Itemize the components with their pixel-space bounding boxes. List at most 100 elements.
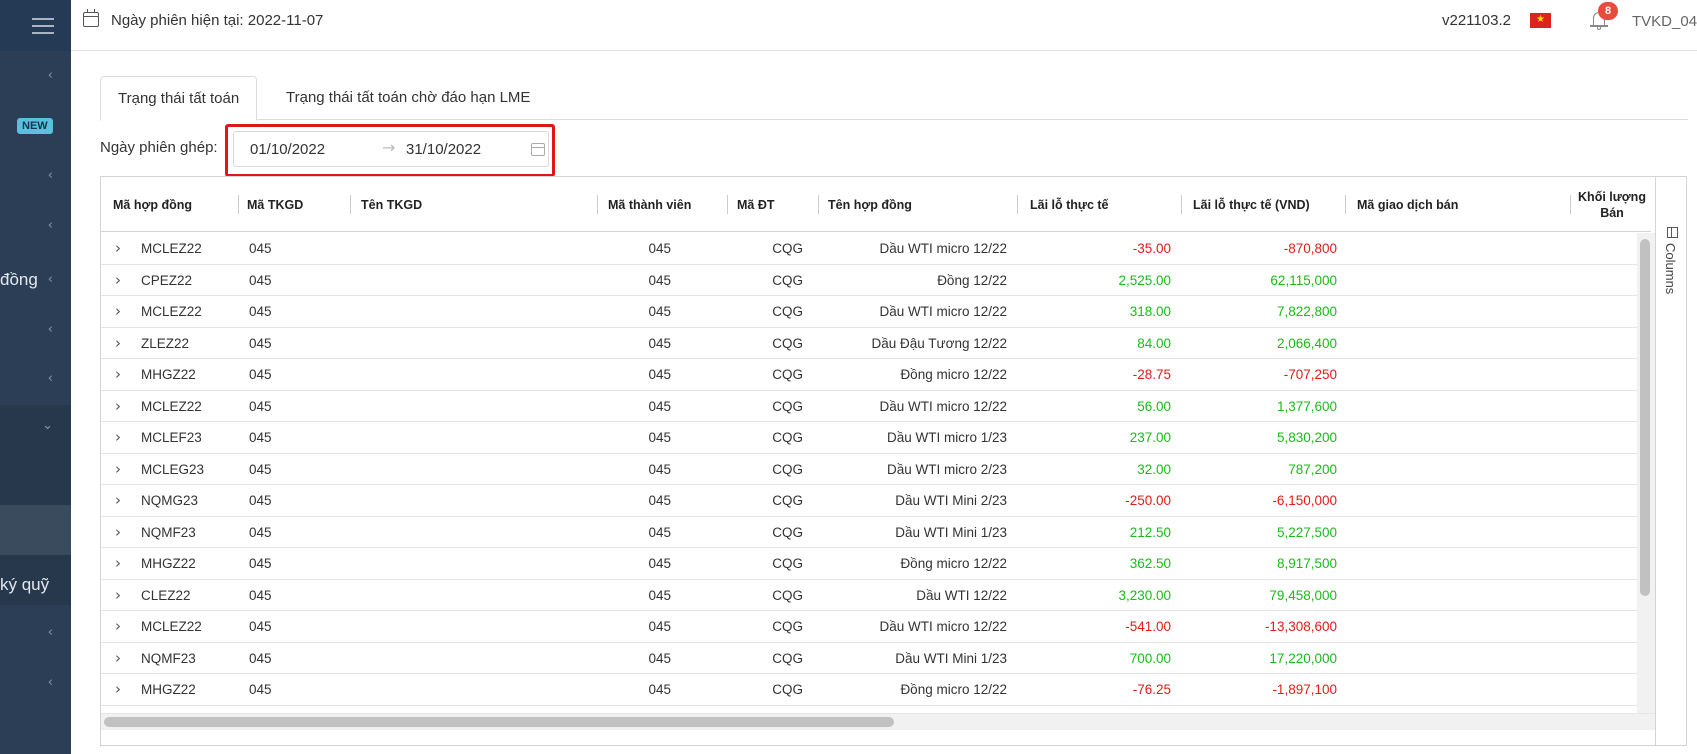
expand-row-chevron-icon[interactable]: ›: [115, 674, 129, 705]
columns-side-panel-tab[interactable]: Columns: [1655, 177, 1686, 745]
table-row[interactable]: › NQMG23 045 045 CQG Dầu WTI Mini 2/23 -250.00…: [101, 485, 1651, 517]
sidebar-item-active[interactable]: [0, 505, 71, 555]
vertical-scroll-thumb[interactable]: [1640, 239, 1650, 596]
horizontal-scroll-thumb[interactable]: [104, 717, 894, 727]
sidebar-item-dong[interactable]: đồng: [0, 270, 38, 290]
table-row[interactable]: › NQMF23 045 045 CQG Dầu WTI Mini 1/23 700.00 1…: [101, 643, 1651, 674]
column-header-partner-code[interactable]: Mã ĐT: [737, 177, 817, 232]
column-header-realized-pnl-vnd[interactable]: Lãi lỗ thực tế (VND): [1193, 177, 1353, 232]
cell-member-code: 045: [648, 367, 671, 382]
expand-row-chevron-icon[interactable]: ›: [115, 580, 129, 611]
table-row[interactable]: › MCLEZ22 045 045 CQG Dầu WTI micro 12/22 318.…: [101, 296, 1651, 328]
chevron-left-icon[interactable]: ‹: [48, 322, 53, 337]
cell-contract-name: Đồng 12/22: [937, 272, 1007, 288]
expand-row-chevron-icon[interactable]: ›: [115, 611, 129, 642]
column-header-account-name[interactable]: Tên TKGD: [361, 177, 561, 232]
chevron-down-icon[interactable]: ⌄: [42, 418, 53, 433]
chevron-left-icon[interactable]: ‹: [48, 675, 53, 690]
cell-contract-name: Dầu WTI micro 12/22: [879, 619, 1007, 634]
expand-row-chevron-icon[interactable]: ›: [115, 454, 129, 485]
cell-account-code: 045: [249, 398, 272, 414]
cell-contract-name: Dầu WTI micro 1/23: [886, 430, 1007, 445]
current-session-date: Ngày phiên hiện tại: 2022-11-07: [111, 12, 324, 29]
chevron-left-icon[interactable]: ‹: [48, 168, 53, 183]
table-row[interactable]: › NQMF23 045 045 CQG Dầu WTI Mini 1/23 212.50 5…: [101, 517, 1651, 548]
table-row[interactable]: › MCLEZ22 045 045 CQG Dầu WTI micro 12/22 -35.…: [101, 233, 1651, 265]
chevron-left-icon[interactable]: ‹: [48, 371, 53, 386]
cell-account-code: 045: [249, 461, 272, 477]
expand-row-chevron-icon[interactable]: ›: [115, 328, 129, 359]
vietnam-flag-icon[interactable]: ★: [1530, 13, 1551, 28]
expand-row-chevron-icon[interactable]: ›: [115, 548, 129, 579]
table-row[interactable]: › CPEZ22 045 045 CQG Đồng 12/22 2,525.00 62,115…: [101, 265, 1651, 296]
cell-realized-pnl: -35.00: [1132, 241, 1171, 256]
cell-realized-pnl: 84.00: [1137, 335, 1171, 351]
expand-row-chevron-icon[interactable]: ›: [115, 359, 129, 390]
tab-settlement-status[interactable]: Trạng thái tất toán: [100, 76, 258, 121]
column-separator[interactable]: [1017, 195, 1018, 214]
sidebar-expanded-group: [0, 405, 71, 505]
table-row[interactable]: › MCLEZ22 045 045 CQG Dầu WTI micro 12/22 56.0…: [101, 391, 1651, 422]
column-separator[interactable]: [1345, 195, 1346, 214]
cell-realized-pnl: 3,230.00: [1118, 587, 1171, 603]
column-header-sell-trade-code[interactable]: Mã giao dịch bán: [1357, 177, 1537, 232]
cell-contract-name: Dầu WTI micro 12/22: [879, 304, 1007, 319]
column-separator[interactable]: [1570, 195, 1571, 214]
chevron-left-icon[interactable]: ‹: [48, 218, 53, 233]
column-header-realized-pnl[interactable]: Lãi lỗ thực tế: [1030, 177, 1180, 232]
table-row[interactable]: › MCLEG23 045 045 CQG Dầu WTI micro 2/23 32.00…: [101, 454, 1651, 485]
expand-row-chevron-icon[interactable]: ›: [115, 265, 129, 296]
column-separator[interactable]: [597, 195, 598, 214]
expand-row-chevron-icon[interactable]: ›: [115, 422, 129, 453]
cell-contract-code: ZLEZ22: [141, 335, 190, 351]
hamburger-menu-icon[interactable]: [31, 17, 54, 34]
column-separator[interactable]: [350, 195, 351, 214]
user-account-name[interactable]: TVKD_04: [1632, 13, 1697, 30]
column-separator[interactable]: [818, 195, 819, 214]
table-row[interactable]: › CLEZ22 045 045 CQG Dầu WTI 12/22 3,230.00 79,…: [101, 580, 1651, 611]
cell-member-code: 045: [648, 493, 671, 508]
cell-realized-pnl: 212.50: [1129, 524, 1171, 540]
column-header-account-code[interactable]: Mã TKGD: [247, 177, 347, 232]
cell-realized-pnl: -76.25: [1132, 682, 1171, 697]
cell-member-code: 045: [648, 650, 671, 666]
cell-realized-pnl-vnd: 1,377,600: [1276, 398, 1337, 414]
tab-bar: Trạng thái tất toán Trạng thái tất toán …: [100, 76, 1688, 121]
horizontal-scrollbar[interactable]: [101, 713, 1655, 730]
cell-contract-code: NQMG23: [141, 493, 199, 508]
cell-realized-pnl: 237.00: [1129, 430, 1171, 445]
top-bar: Ngày phiên hiện tại: 2022-11-07 v221103.…: [71, 0, 1697, 51]
chevron-left-icon[interactable]: ‹: [48, 68, 53, 83]
table-row[interactable]: › MHGZ22 045 045 CQG Đồng micro 12/22 -76.25 -1…: [101, 674, 1651, 706]
column-header-contract-name[interactable]: Tên hợp đồng: [828, 177, 988, 232]
columns-icon[interactable]: [1667, 227, 1678, 238]
columns-panel-label[interactable]: Columns: [1663, 243, 1678, 294]
sidebar-item-ky-quy[interactable]: ký quỹ: [0, 575, 49, 595]
cell-contract-code: MHGZ22: [141, 556, 196, 571]
vertical-scrollbar[interactable]: [1637, 233, 1655, 719]
expand-row-chevron-icon[interactable]: ›: [115, 296, 129, 327]
table-row[interactable]: › ZLEZ22 045 045 CQG Dầu Đậu Tương 12/22 84.00…: [101, 328, 1651, 359]
cell-contract-name: Dầu WTI 12/22: [916, 587, 1007, 603]
column-separator[interactable]: [1181, 195, 1182, 214]
column-header-contract-code[interactable]: Mã hợp đồng: [113, 177, 233, 232]
cell-contract-name: Dầu WTI Mini 2/23: [895, 493, 1007, 508]
column-separator[interactable]: [727, 195, 728, 214]
table-row[interactable]: › MCLEZ22 045 045 CQG Dầu WTI micro 12/22 -541…: [101, 611, 1651, 643]
chevron-left-icon[interactable]: ‹: [48, 272, 53, 287]
expand-row-chevron-icon[interactable]: ›: [115, 643, 129, 674]
expand-row-chevron-icon[interactable]: ›: [115, 517, 129, 548]
column-separator[interactable]: [238, 195, 239, 214]
cell-member-code: 045: [648, 461, 671, 477]
table-row[interactable]: › MHGZ22 045 045 CQG Đồng micro 12/22 -28.75 -7…: [101, 359, 1651, 391]
tab-settlement-pending-lme[interactable]: Trạng thái tất toán chờ đáo hạn LME: [269, 76, 547, 120]
column-header-sell-volume[interactable]: Khối lượng Bán: [1577, 177, 1647, 232]
chevron-left-icon[interactable]: ‹: [48, 625, 53, 640]
table-row[interactable]: › MCLEF23 045 045 CQG Dầu WTI micro 1/23 237.0…: [101, 422, 1651, 454]
expand-row-chevron-icon[interactable]: ›: [115, 485, 129, 516]
table-row[interactable]: › MHGZ22 045 045 CQG Đồng micro 12/22 362.50 8,…: [101, 548, 1651, 580]
expand-row-chevron-icon[interactable]: ›: [115, 391, 129, 422]
expand-row-chevron-icon[interactable]: ›: [115, 233, 129, 264]
settlement-grid: Mã hợp đồng Mã TKGD Tên TKGD Mã thành vi…: [100, 176, 1687, 746]
column-header-member-code[interactable]: Mã thành viên: [608, 177, 728, 232]
